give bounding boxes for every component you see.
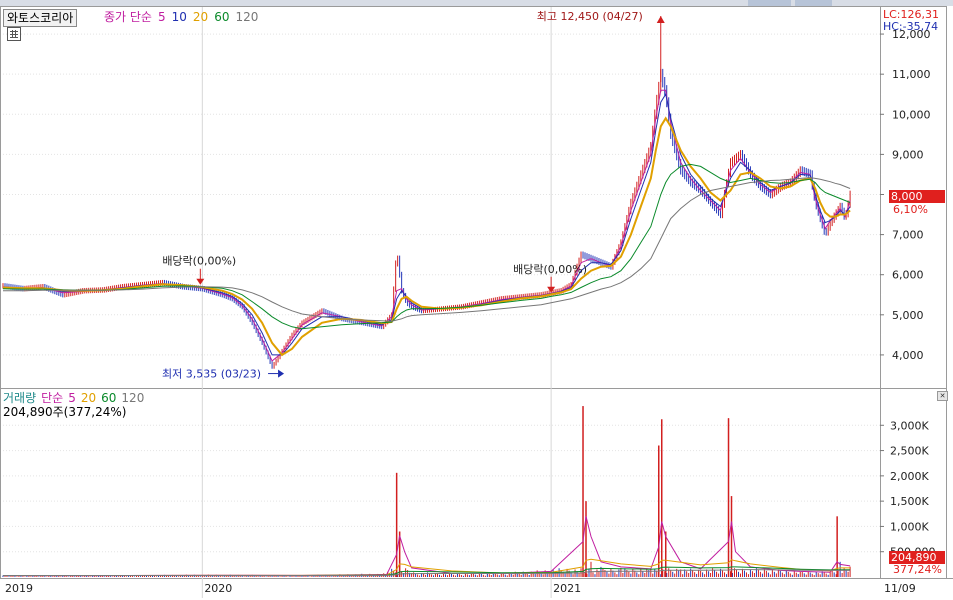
x-axis-label: 2020	[204, 582, 232, 595]
dividend-marker-1-arrow-icon	[196, 278, 205, 285]
price-ma-legend: 종가 단순 5 10 20 60 120	[104, 9, 264, 25]
stock-name-button[interactable]: 와토스코리아	[3, 9, 78, 27]
price-tick-label: 7,000	[892, 229, 924, 242]
stock-chart: 12,00011,00010,0009,0008,0007,0006,0005,…	[0, 0, 953, 600]
chart-canvas: 12,00011,00010,0009,0008,0007,0006,0005,…	[0, 6, 953, 600]
volume-legend: 거래량 단순 5 20 60 120	[3, 391, 149, 405]
current-volume-change: 377,24%	[893, 563, 942, 576]
high-arrow-icon	[656, 16, 665, 24]
window-top-strip	[0, 0, 953, 6]
price-tick-label: 11,000	[892, 68, 931, 81]
low-arrow-icon	[278, 369, 285, 378]
current-price-tag: 8,000	[889, 190, 945, 203]
price-tick-label: 5,000	[892, 309, 924, 322]
ma-period-5[interactable]: 5	[158, 10, 166, 24]
ma-period-20[interactable]: 20	[193, 10, 208, 24]
price-tick-label: 10,000	[892, 108, 931, 121]
window-control-block[interactable]	[748, 0, 791, 6]
x-axis-date-label: 11/09	[884, 582, 916, 595]
x-axis-label: 2021	[553, 582, 581, 595]
price-pane-frame	[0, 6, 947, 389]
ma-period-10[interactable]: 10	[172, 10, 187, 24]
volume-current-readout: 204,890주(377,24%)	[3, 405, 127, 419]
volume-tick-label: 1,500K	[890, 495, 929, 508]
dividend-marker-2-arrow-icon	[547, 286, 556, 293]
price-tick-label: 4,000	[892, 349, 924, 362]
price-ma-line-10	[2, 92, 851, 356]
volume-ma-period-120[interactable]: 120	[121, 391, 144, 405]
price-tick-label: 6,000	[892, 269, 924, 282]
volume-tick-label: 1,000K	[890, 520, 929, 533]
window-control-block[interactable]	[795, 0, 832, 6]
price-ma-line-60	[2, 163, 851, 330]
ma-period-60[interactable]: 60	[214, 10, 229, 24]
volume-tick-label: 2,500K	[890, 445, 929, 458]
price-ma-label: 종가 단순	[104, 10, 152, 24]
low-annotation: 최저 3,535 (03/23)	[162, 368, 261, 381]
dividend-marker-1-label: 배당락(0,00%)	[162, 255, 236, 268]
current-price-change: 6,10%	[893, 203, 928, 216]
volume-ma5-line	[2, 516, 851, 577]
price-tick-label: 9,000	[892, 148, 924, 161]
high-annotation: 최고 12,450 (04/27)	[537, 10, 643, 23]
price-ma-line-5	[2, 89, 851, 362]
close-pane-icon[interactable]: ✕	[937, 391, 948, 401]
volume-label: 거래량	[3, 391, 37, 405]
x-axis-label: 2019	[5, 582, 33, 595]
volume-ma-label: 단순	[41, 391, 64, 405]
volume-pane-frame	[0, 388, 947, 579]
volume-ma-period-60[interactable]: 60	[101, 391, 116, 405]
dividend-marker-2-label: 배당락(0,00%)	[513, 263, 587, 276]
volume-tick-label: 2,000K	[890, 470, 929, 483]
grid-toggle-icon[interactable]	[7, 27, 21, 41]
hc-value: HC:-35,74	[882, 20, 939, 33]
price-ma-line-20	[2, 116, 851, 357]
volume-tick-label: 3,000K	[890, 419, 929, 432]
ma-period-120[interactable]: 120	[235, 10, 258, 24]
x-axis-strip	[0, 578, 953, 600]
lc-hc-readout: LC:126,31 HC:-35,74	[883, 9, 939, 33]
volume-ma-period-5[interactable]: 5	[68, 391, 76, 405]
volume-ma-period-20[interactable]: 20	[81, 391, 96, 405]
